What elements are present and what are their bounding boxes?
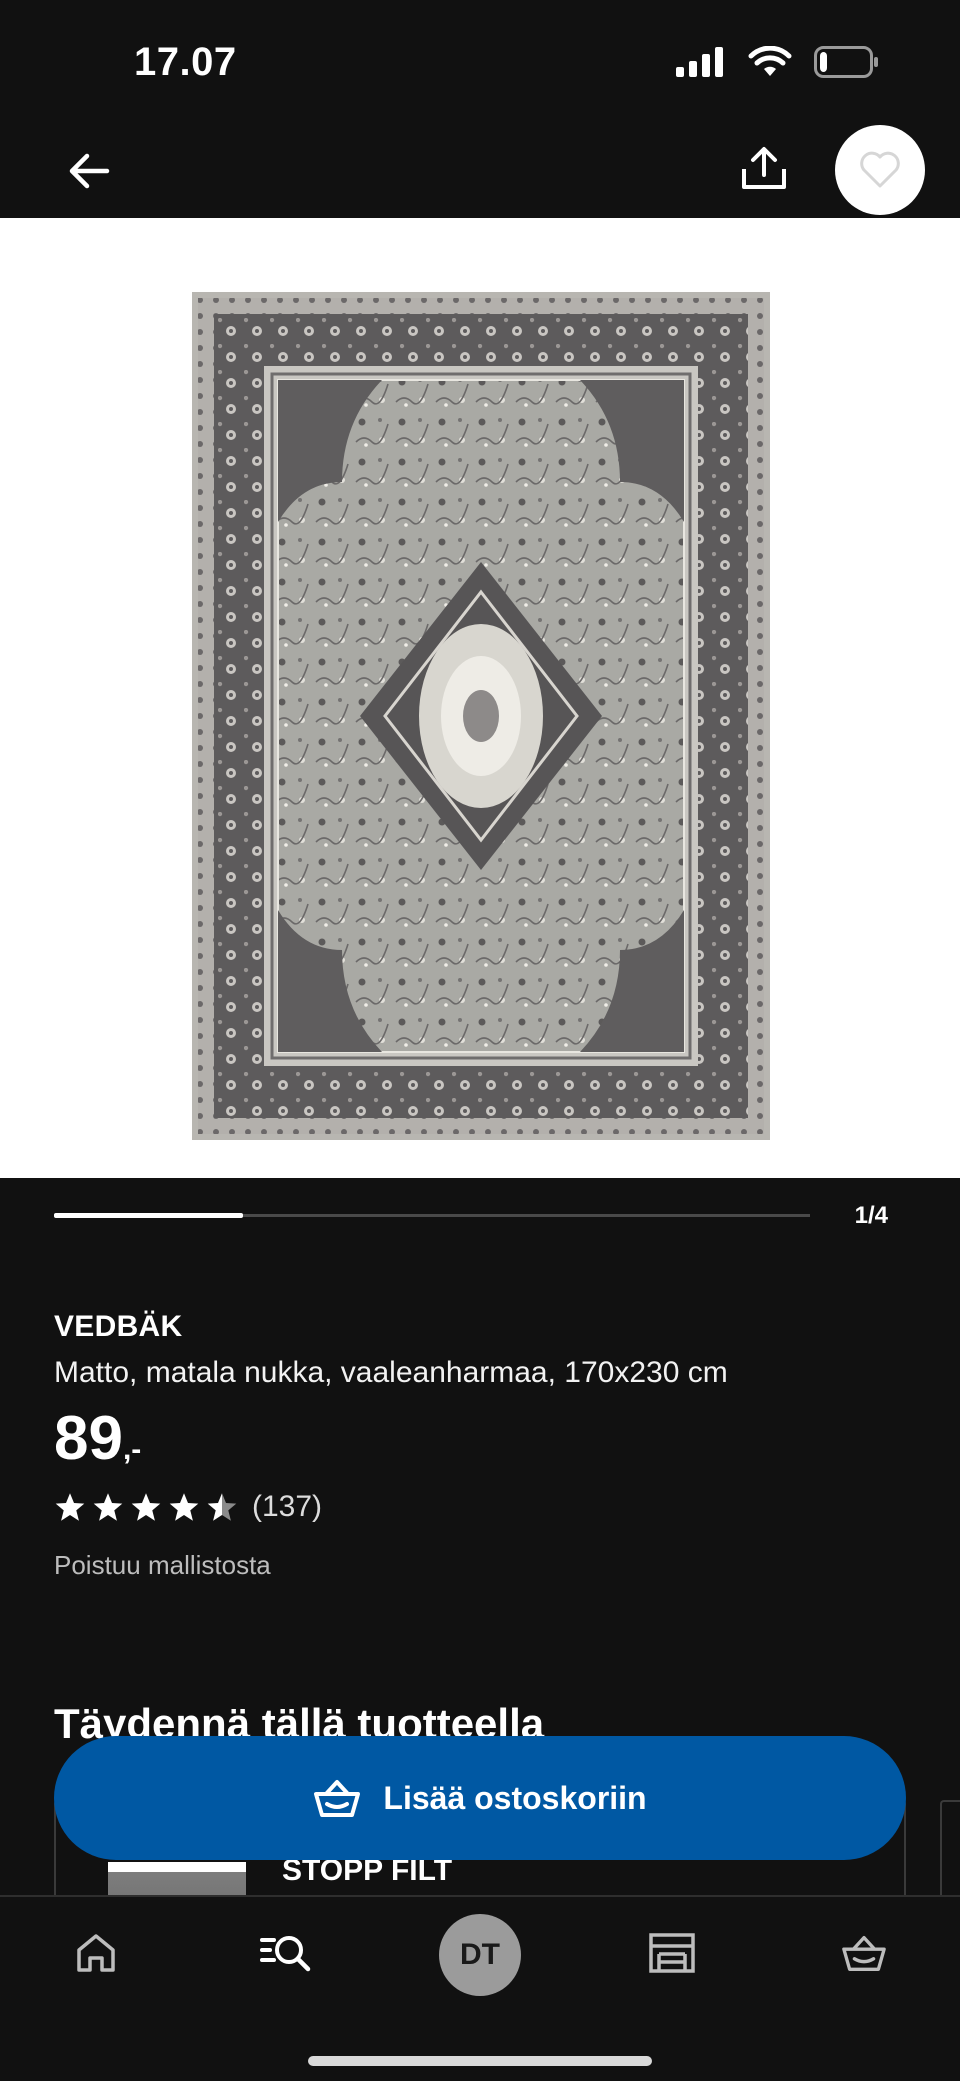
heart-icon bbox=[860, 151, 900, 188]
basket-icon bbox=[314, 1780, 361, 1817]
add-to-cart-button[interactable]: Lisää ostoskoriin bbox=[54, 1736, 906, 1860]
top-app-bar bbox=[0, 120, 960, 218]
rating-star-icon bbox=[55, 1493, 85, 1521]
tab-cart[interactable] bbox=[816, 1917, 912, 1989]
avatar-initials: DT bbox=[460, 1938, 500, 1971]
product-rating[interactable]: (137) bbox=[54, 1490, 914, 1524]
search-icon bbox=[260, 1936, 311, 1972]
price-suffix: ,- bbox=[122, 1433, 142, 1466]
battery-icon bbox=[814, 46, 878, 78]
shopping-basket-icon bbox=[842, 1935, 886, 1971]
product-name: VEDBÄK bbox=[54, 1310, 183, 1343]
rating-star-icon bbox=[93, 1493, 123, 1521]
share-button[interactable] bbox=[736, 140, 792, 196]
product-info: VEDBÄK Matto, matala nukka, vaaleanharma… bbox=[54, 1310, 914, 1581]
tab-profile-avatar[interactable]: DT bbox=[439, 1914, 521, 1996]
status-bar: 17.07 bbox=[0, 0, 960, 120]
rating-star-icon bbox=[131, 1493, 161, 1521]
price-value: 89 bbox=[54, 1404, 123, 1473]
complement-product-card-next[interactable] bbox=[940, 1800, 960, 1900]
status-time: 17.07 bbox=[134, 40, 237, 84]
image-progress-track bbox=[54, 1213, 810, 1218]
store-icon bbox=[649, 1933, 695, 1973]
review-count: (137) bbox=[252, 1490, 323, 1523]
image-counter: 1/4 bbox=[854, 1202, 888, 1229]
share-icon bbox=[742, 147, 786, 189]
bottom-tab-bar: DT bbox=[0, 1895, 960, 2081]
availability-status: Poistuu mallistosta bbox=[54, 1550, 271, 1580]
tab-home[interactable] bbox=[48, 1917, 144, 1989]
product-price: 89,- bbox=[54, 1408, 914, 1470]
product-image-carousel[interactable] bbox=[0, 218, 960, 1178]
tab-search[interactable] bbox=[238, 1917, 334, 1989]
cellular-signal-icon bbox=[676, 47, 723, 77]
tab-stores[interactable] bbox=[624, 1917, 720, 1989]
back-button[interactable] bbox=[62, 144, 116, 198]
product-image-rug bbox=[192, 292, 770, 1140]
image-progress-fill bbox=[54, 1213, 243, 1218]
image-pager: 1/4 bbox=[0, 1178, 960, 1254]
rating-star-icon bbox=[207, 1493, 237, 1521]
wifi-icon bbox=[748, 46, 792, 76]
rating-star-icon bbox=[169, 1493, 199, 1521]
status-icons bbox=[676, 46, 880, 78]
product-description: Matto, matala nukka, vaaleanharmaa, 170x… bbox=[54, 1356, 728, 1389]
home-indicator bbox=[308, 2056, 652, 2066]
arrow-left-icon bbox=[69, 153, 110, 189]
home-icon bbox=[77, 1934, 115, 1972]
add-to-cart-label: Lisää ostoskoriin bbox=[383, 1779, 647, 1816]
rating-stars bbox=[54, 1491, 238, 1523]
favourite-button[interactable] bbox=[835, 125, 925, 215]
